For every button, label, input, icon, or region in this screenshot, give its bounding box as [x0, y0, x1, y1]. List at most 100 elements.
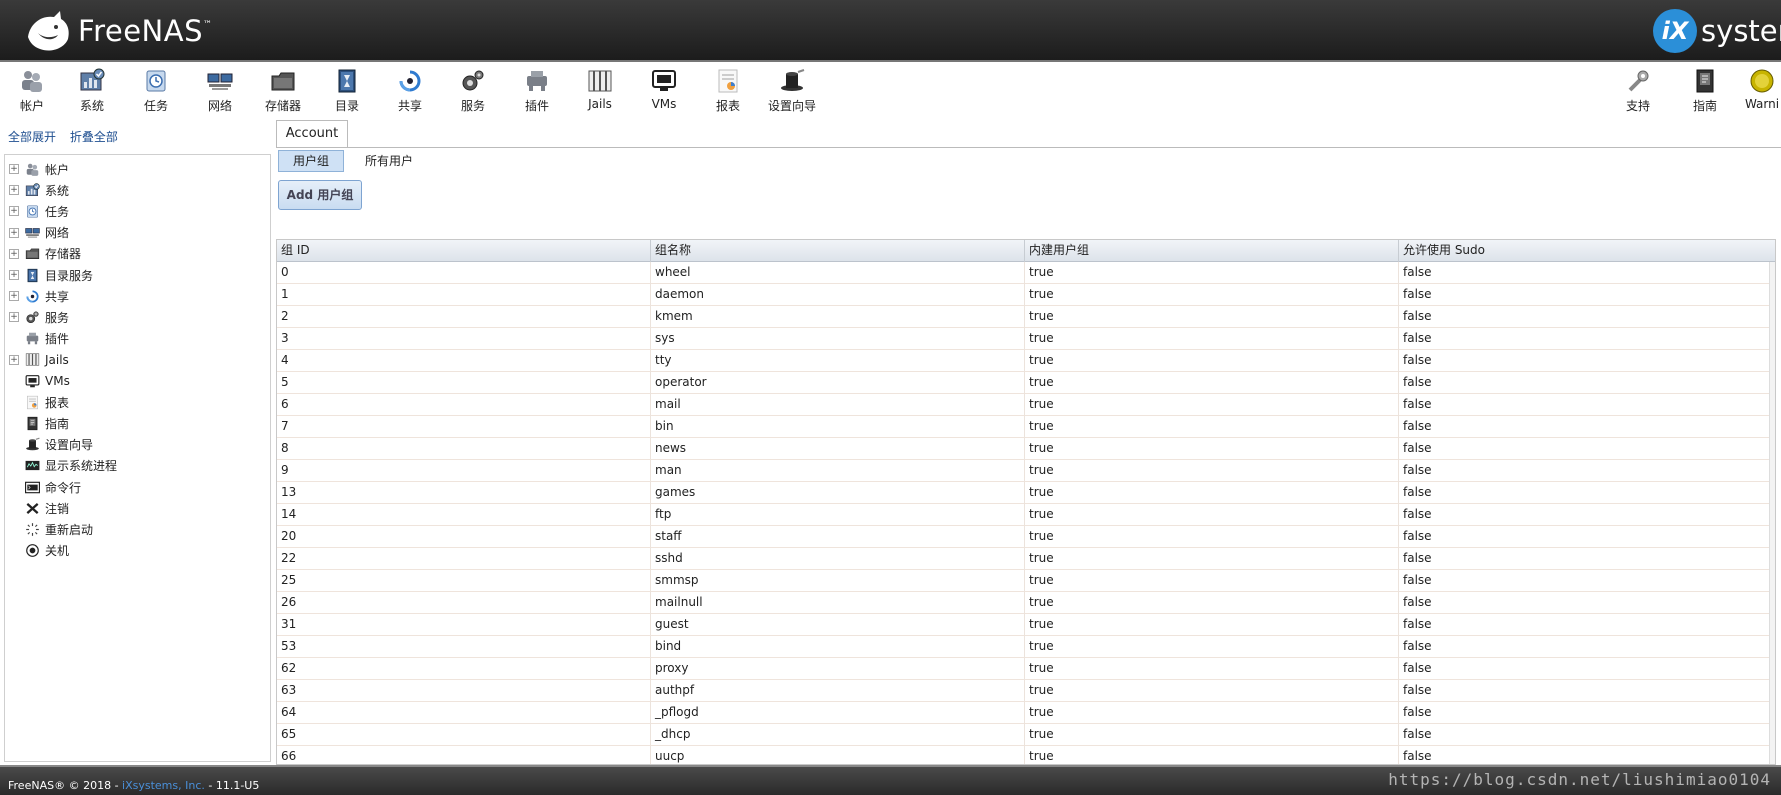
- toolbar-item-tasks[interactable]: 任务: [124, 68, 188, 114]
- table-row[interactable]: 9 man true false: [277, 460, 1775, 482]
- subtab-groups[interactable]: 用户组: [278, 150, 345, 172]
- table-row[interactable]: 65 _dhcp true false: [277, 724, 1775, 746]
- expand-toggle-icon[interactable]: +: [9, 185, 19, 196]
- sidebar-item-label: 指南: [45, 416, 70, 431]
- sidebar-item-reporting[interactable]: 报表: [5, 392, 69, 412]
- toolbar-item-system[interactable]: 系统: [60, 68, 124, 114]
- table-row[interactable]: 53 bind true false: [277, 636, 1775, 658]
- table-row[interactable]: 7 bin true false: [277, 416, 1775, 438]
- table-row[interactable]: 6 mail true false: [277, 394, 1775, 416]
- toolbar-item-wizard[interactable]: 设置向导: [760, 68, 824, 114]
- column-header-group-name[interactable]: 组名称: [651, 240, 1025, 262]
- sidebar-item-reboot[interactable]: 重新启动: [5, 519, 93, 539]
- toolbar-item-support[interactable]: 支持: [1606, 68, 1670, 114]
- sidebar-item-plugins[interactable]: 插件: [5, 329, 69, 349]
- toolbar-item-warning[interactable]: Warni: [1730, 68, 1781, 111]
- toolbar-item-plugins[interactable]: 插件: [505, 68, 569, 114]
- expand-toggle-icon[interactable]: +: [9, 248, 19, 259]
- table-row[interactable]: 3 sys true false: [277, 328, 1775, 350]
- toolbar-item-reporting[interactable]: 报表: [696, 68, 760, 114]
- toolbar-item-directory[interactable]: 目录: [315, 68, 379, 114]
- sidebar-item-network[interactable]: + 网络: [5, 223, 69, 243]
- sidebar-item-process[interactable]: 显示系统进程: [5, 456, 117, 476]
- reporting-icon: [24, 395, 41, 410]
- sidebar-item-wizard[interactable]: 设置向导: [5, 435, 93, 455]
- cell-builtin: true: [1025, 724, 1399, 746]
- table-row[interactable]: 8 news true false: [277, 438, 1775, 460]
- table-row[interactable]: 0 wheel true false: [277, 262, 1775, 284]
- sidebar-item-logout[interactable]: 注销: [5, 498, 69, 518]
- column-header-builtin[interactable]: 内建用户组: [1025, 240, 1399, 262]
- toolbar-item-label: Jails: [588, 97, 612, 111]
- ixsystems-brand[interactable]: iX systems: [1653, 9, 1781, 53]
- sidebar-item-guide[interactable]: 指南: [5, 413, 69, 433]
- expand-toggle-icon[interactable]: +: [9, 164, 19, 174]
- tab-account[interactable]: Account: [276, 120, 348, 148]
- sidebar-item-system[interactable]: + 系统: [5, 180, 69, 200]
- table-row[interactable]: 31 guest true false: [277, 614, 1775, 636]
- vms-icon: [24, 374, 41, 389]
- cell-group-id: 22: [277, 548, 651, 570]
- support-icon: [1624, 68, 1652, 94]
- toolbar-item-storage[interactable]: 存储器: [251, 68, 315, 114]
- freenas-logo[interactable]: FreeNAS™: [24, 6, 212, 56]
- cell-group-name: uucp: [651, 746, 1025, 764]
- sidebar-item-users[interactable]: + 帐户: [5, 159, 69, 179]
- cell-sudo: false: [1403, 463, 1432, 477]
- table-row[interactable]: 22 sshd true false: [277, 548, 1775, 570]
- sidebar-item-services[interactable]: + 服务: [5, 307, 69, 327]
- sidebar-item-shell[interactable]: 命令行: [5, 477, 81, 497]
- cell-builtin: true: [1025, 592, 1399, 614]
- subtab-all-users[interactable]: 所有用户: [350, 150, 428, 172]
- toolbar-item-network[interactable]: 网络: [188, 68, 252, 114]
- sidebar-item-vms[interactable]: VMs: [5, 371, 70, 391]
- sidebar-item-jails[interactable]: + Jails: [5, 350, 69, 370]
- company-link[interactable]: iXsystems, Inc.: [122, 779, 205, 792]
- expand-toggle-icon[interactable]: +: [9, 270, 19, 280]
- expand-toggle-icon[interactable]: +: [9, 354, 19, 365]
- sidebar-item-tasks[interactable]: + 任务: [5, 201, 69, 221]
- table-row[interactable]: 4 tty true false: [277, 350, 1775, 372]
- toolbar-item-jails[interactable]: Jails: [568, 68, 632, 111]
- table-row[interactable]: 64 _pflogd true false: [277, 702, 1775, 724]
- toolbar-item-guide[interactable]: 指南: [1673, 68, 1737, 114]
- sidebar-item-storage[interactable]: + 存储器: [5, 244, 81, 264]
- column-header-group-id[interactable]: 组 ID: [277, 240, 651, 262]
- toolbar-item-services[interactable]: 服务: [441, 68, 505, 114]
- collapse-all-link[interactable]: 折叠全部: [70, 130, 118, 144]
- expand-toggle-icon[interactable]: +: [9, 227, 19, 238]
- table-row[interactable]: 1 daemon true false: [277, 284, 1775, 306]
- expand-toggle-icon[interactable]: +: [9, 312, 19, 323]
- expand-toggle-icon[interactable]: +: [9, 291, 19, 302]
- cell-sudo: false: [1403, 639, 1432, 653]
- cell-builtin: true: [1025, 416, 1399, 438]
- tasks-icon: [24, 204, 41, 219]
- table-row[interactable]: 14 ftp true false: [277, 504, 1775, 526]
- toolbar-item-vms[interactable]: VMs: [632, 68, 696, 111]
- sidebar-item-sharing[interactable]: + 共享: [5, 286, 69, 306]
- table-row[interactable]: 13 games true false: [277, 482, 1775, 504]
- table-row[interactable]: 2 kmem true false: [277, 306, 1775, 328]
- add-group-button[interactable]: Add 用户组: [278, 180, 362, 210]
- table-row[interactable]: 26 mailnull true false: [277, 592, 1775, 614]
- expand-toggle-icon[interactable]: +: [9, 206, 19, 217]
- cell-sudo: false: [1403, 309, 1432, 323]
- toolbar-item-label: 系统: [79, 99, 104, 113]
- table-row[interactable]: 66 uucp true false: [277, 746, 1775, 764]
- table-row[interactable]: 25 smmsp true false: [277, 570, 1775, 592]
- table-row[interactable]: 62 proxy true false: [277, 658, 1775, 680]
- toolbar-item-users[interactable]: 帐户: [0, 68, 64, 114]
- table-row[interactable]: 5 operator true false: [277, 372, 1775, 394]
- toolbar-item-sharing[interactable]: 共享: [378, 68, 442, 114]
- sidebar-item-label: 任务: [45, 204, 70, 219]
- cell-sudo: false: [1403, 595, 1432, 609]
- users-icon: [24, 162, 41, 177]
- table-row[interactable]: 20 staff true false: [277, 526, 1775, 548]
- sidebar-item-shutdown[interactable]: 关机: [5, 541, 69, 561]
- cell-group-id: 7: [277, 416, 651, 438]
- column-header-sudo[interactable]: 允许使用 Sudo: [1399, 240, 1775, 262]
- sidebar-item-directory[interactable]: + 目录服务: [5, 265, 93, 285]
- table-row[interactable]: 63 authpf true false: [277, 680, 1775, 702]
- table-scrollbar[interactable]: [1769, 262, 1775, 764]
- expand-all-link[interactable]: 全部展开: [8, 130, 56, 144]
